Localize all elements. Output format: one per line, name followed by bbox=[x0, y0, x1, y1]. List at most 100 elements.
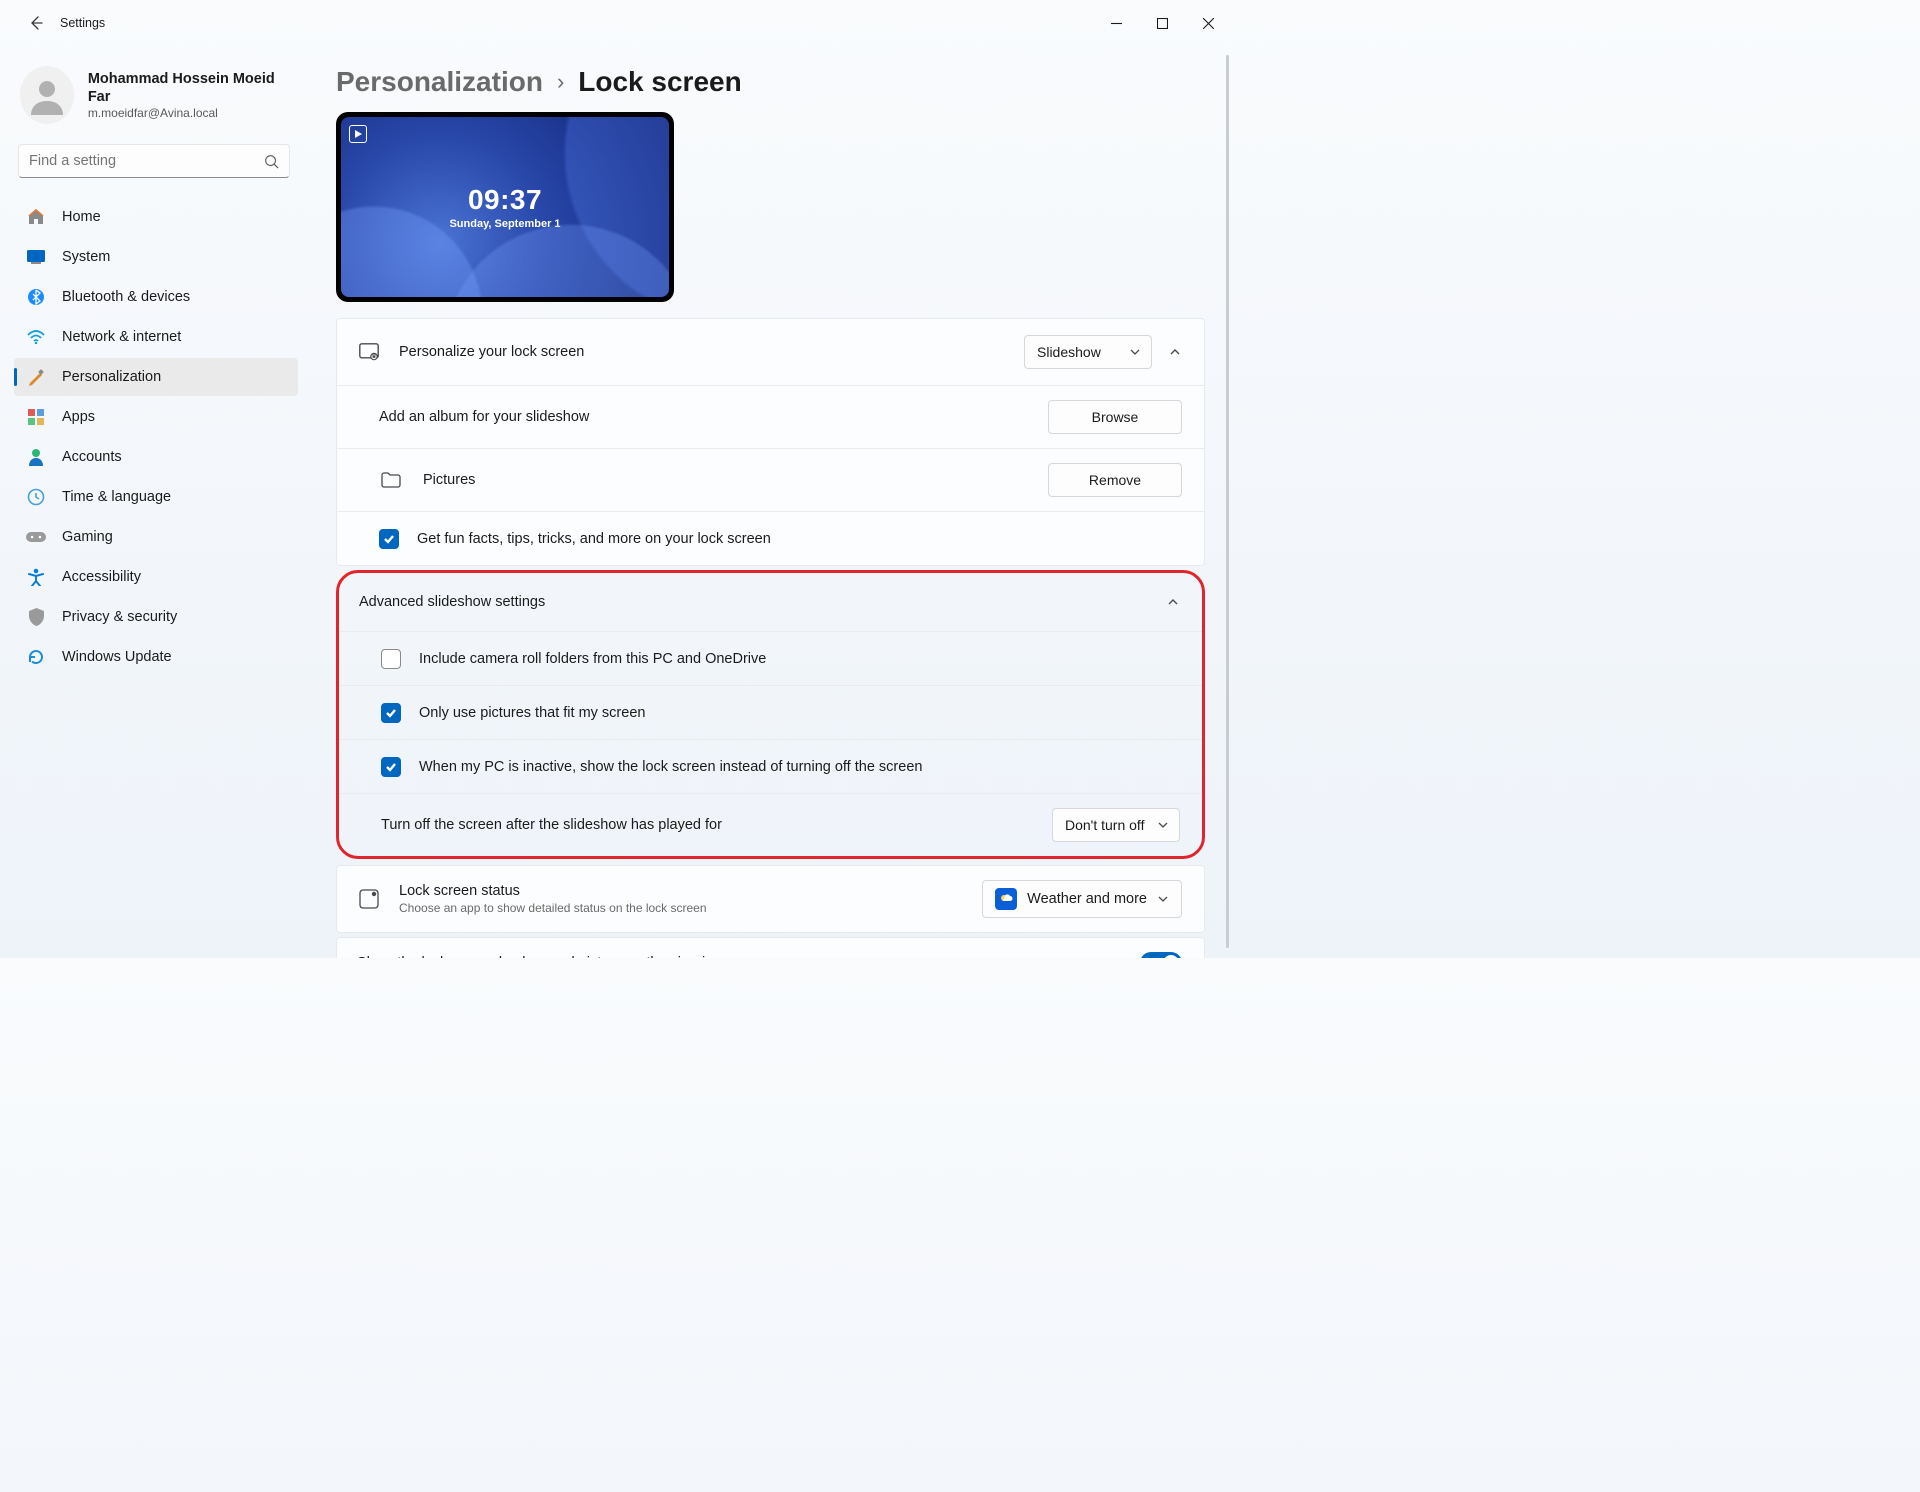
nav-label: Accounts bbox=[62, 449, 122, 465]
nav-label: Windows Update bbox=[62, 649, 172, 665]
dropdown-value: Slideshow bbox=[1037, 344, 1101, 360]
nav-list: Home System Bluetooth & devices Network … bbox=[0, 194, 306, 676]
signin-label: Show the lock screen background picture … bbox=[357, 955, 761, 958]
person-icon bbox=[27, 75, 67, 115]
advanced-settings-highlight: Advanced slideshow settings Include came… bbox=[336, 570, 1205, 859]
minimize-button[interactable] bbox=[1093, 0, 1139, 46]
close-button[interactable] bbox=[1185, 0, 1231, 46]
main-content: Personalization › Lock screen 09:37 Sund… bbox=[306, 46, 1233, 958]
gaming-icon bbox=[26, 527, 46, 547]
inactive-label: When my PC is inactive, show the lock sc… bbox=[419, 759, 922, 775]
profile-name: Mohammad Hossein Moeid Far bbox=[88, 70, 286, 106]
nav-label: Accessibility bbox=[62, 569, 141, 585]
accessibility-icon bbox=[26, 567, 46, 587]
nav-label: System bbox=[62, 249, 110, 265]
status-row[interactable]: Lock screen status Choose an app to show… bbox=[337, 866, 1204, 932]
fun-facts-row[interactable]: Get fun facts, tips, tricks, and more on… bbox=[337, 511, 1204, 565]
preview-time: 09:37 bbox=[468, 184, 542, 216]
collapse-button[interactable] bbox=[1168, 345, 1182, 359]
status-panel: Lock screen status Choose an app to show… bbox=[336, 865, 1205, 933]
nav-personalization[interactable]: Personalization bbox=[14, 358, 298, 396]
scrollbar[interactable] bbox=[1226, 55, 1229, 948]
signin-panel: Show the lock screen background picture … bbox=[336, 937, 1205, 958]
time-icon bbox=[26, 487, 46, 507]
personalize-panel: Personalize your lock screen Slideshow A… bbox=[336, 318, 1205, 566]
status-title: Lock screen status bbox=[399, 883, 707, 899]
chevron-right-icon: › bbox=[557, 69, 564, 95]
camera-roll-label: Include camera roll folders from this PC… bbox=[419, 651, 766, 667]
title-bar: Settings bbox=[0, 0, 1233, 46]
privacy-icon bbox=[26, 607, 46, 627]
page-title: Lock screen bbox=[578, 66, 741, 98]
advanced-header-row[interactable]: Advanced slideshow settings bbox=[339, 573, 1202, 631]
personalize-dropdown[interactable]: Slideshow bbox=[1024, 335, 1152, 369]
sidebar: Mohammad Hossein Moeid Far m.moeidfar@Av… bbox=[0, 46, 306, 958]
minimize-icon bbox=[1111, 18, 1122, 29]
nav-system[interactable]: System bbox=[14, 238, 298, 276]
inactive-row[interactable]: When my PC is inactive, show the lock sc… bbox=[339, 739, 1202, 793]
window-controls bbox=[1093, 0, 1231, 46]
chevron-down-icon bbox=[1129, 346, 1141, 358]
camera-roll-row[interactable]: Include camera roll folders from this PC… bbox=[339, 631, 1202, 685]
accounts-icon bbox=[26, 447, 46, 467]
search-box[interactable] bbox=[18, 144, 290, 178]
system-icon bbox=[26, 247, 46, 267]
personalize-label: Personalize your lock screen bbox=[399, 344, 584, 360]
nav-home[interactable]: Home bbox=[14, 198, 298, 236]
check-icon bbox=[385, 761, 397, 773]
folder-icon bbox=[379, 472, 403, 488]
nav-privacy[interactable]: Privacy & security bbox=[14, 598, 298, 636]
window-title: Settings bbox=[60, 16, 105, 30]
fit-screen-row[interactable]: Only use pictures that fit my screen bbox=[339, 685, 1202, 739]
nav-label: Bluetooth & devices bbox=[62, 289, 190, 305]
signin-toggle[interactable] bbox=[1140, 952, 1182, 958]
chevron-down-icon bbox=[1157, 893, 1169, 905]
add-album-row: Add an album for your slideshow Browse bbox=[337, 385, 1204, 448]
inactive-checkbox[interactable] bbox=[381, 757, 401, 777]
chevron-down-icon bbox=[1157, 819, 1169, 831]
breadcrumb: Personalization › Lock screen bbox=[336, 66, 1205, 98]
search-input[interactable] bbox=[29, 153, 264, 169]
nav-label: Home bbox=[62, 209, 101, 225]
status-subtitle: Choose an app to show detailed status on… bbox=[399, 901, 707, 915]
nav-accessibility[interactable]: Accessibility bbox=[14, 558, 298, 596]
lock-screen-preview: 09:37 Sunday, September 1 bbox=[336, 112, 674, 302]
close-icon bbox=[1203, 18, 1214, 29]
nav-update[interactable]: Windows Update bbox=[14, 638, 298, 676]
nav-accounts[interactable]: Accounts bbox=[14, 438, 298, 476]
advanced-header-label: Advanced slideshow settings bbox=[359, 594, 545, 610]
home-icon bbox=[26, 207, 46, 227]
turn-off-dropdown[interactable]: Don't turn off bbox=[1052, 808, 1180, 842]
fit-screen-checkbox[interactable] bbox=[381, 703, 401, 723]
toggle-state-label: On bbox=[1107, 955, 1126, 958]
search-icon bbox=[264, 154, 279, 169]
breadcrumb-parent[interactable]: Personalization bbox=[336, 66, 543, 98]
maximize-button[interactable] bbox=[1139, 0, 1185, 46]
nav-network[interactable]: Network & internet bbox=[14, 318, 298, 356]
profile-block[interactable]: Mohammad Hossein Moeid Far m.moeidfar@Av… bbox=[0, 56, 306, 140]
remove-button[interactable]: Remove bbox=[1048, 463, 1182, 497]
fit-screen-label: Only use pictures that fit my screen bbox=[419, 705, 645, 721]
avatar bbox=[20, 66, 74, 124]
slideshow-icon bbox=[349, 125, 367, 143]
profile-email: m.moeidfar@Avina.local bbox=[88, 106, 286, 120]
status-app-dropdown[interactable]: Weather and more bbox=[982, 880, 1182, 918]
status-app-label: Weather and more bbox=[1027, 891, 1147, 907]
fun-facts-checkbox[interactable] bbox=[379, 529, 399, 549]
browse-button[interactable]: Browse bbox=[1048, 400, 1182, 434]
apps-icon bbox=[26, 407, 46, 427]
nav-time[interactable]: Time & language bbox=[14, 478, 298, 516]
advanced-collapse-button[interactable] bbox=[1166, 595, 1180, 609]
add-album-label: Add an album for your slideshow bbox=[379, 409, 589, 425]
back-button[interactable] bbox=[22, 9, 50, 37]
nav-gaming[interactable]: Gaming bbox=[14, 518, 298, 556]
nav-bluetooth[interactable]: Bluetooth & devices bbox=[14, 278, 298, 316]
camera-roll-checkbox[interactable] bbox=[381, 649, 401, 669]
personalize-row[interactable]: Personalize your lock screen Slideshow bbox=[337, 319, 1204, 385]
weather-icon bbox=[995, 888, 1017, 910]
album-folder-row: Pictures Remove bbox=[337, 448, 1204, 511]
update-icon bbox=[26, 647, 46, 667]
nav-apps[interactable]: Apps bbox=[14, 398, 298, 436]
check-icon bbox=[383, 533, 395, 545]
turn-off-label: Turn off the screen after the slideshow … bbox=[381, 817, 722, 833]
